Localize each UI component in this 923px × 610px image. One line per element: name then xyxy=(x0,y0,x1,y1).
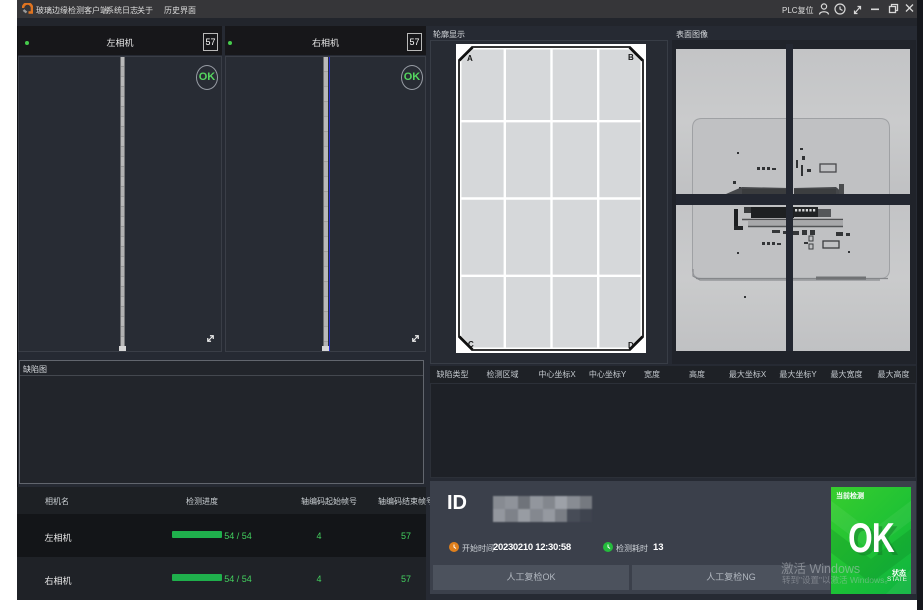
svg-text:A: A xyxy=(467,54,473,63)
svg-text:D: D xyxy=(628,341,634,350)
svg-text:B: B xyxy=(628,53,634,62)
svg-text:C: C xyxy=(468,340,474,349)
